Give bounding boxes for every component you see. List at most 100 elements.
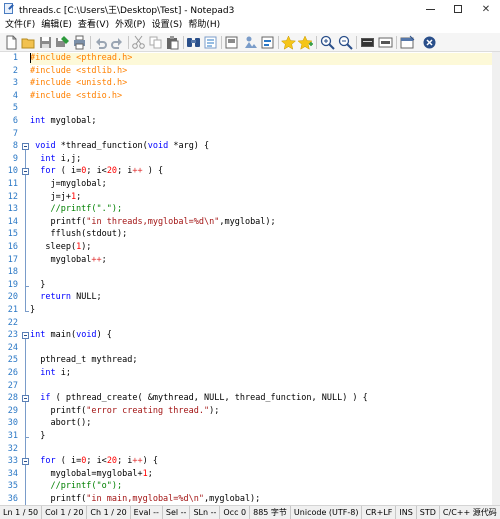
code-line[interactable]: #include <unistd.h> <box>30 78 127 88</box>
code-line[interactable]: for ( i=0; i<20; i++ ) { <box>30 166 163 176</box>
paste-icon[interactable] <box>165 35 180 50</box>
fold-margin[interactable] <box>22 52 30 506</box>
code-line[interactable]: #include <stdio.h> <box>30 91 122 101</box>
code-line[interactable]: pthread_t mythread; <box>30 355 137 365</box>
redo-icon[interactable] <box>110 35 125 50</box>
print-icon[interactable] <box>72 35 87 50</box>
line-number: 31 <box>7 431 18 441</box>
code-line[interactable]: abort(); <box>30 418 91 428</box>
code-line[interactable]: myglobal++; <box>30 255 106 265</box>
code-line[interactable]: sleep(1); <box>30 242 91 252</box>
line-number: 1 <box>12 53 18 63</box>
save-as-icon[interactable] <box>55 35 70 50</box>
code-line[interactable]: return NULL; <box>30 292 101 302</box>
title-bar: threads.c [C:\Users\王\Desktop\Test] - No… <box>0 0 500 18</box>
code-line[interactable]: int i,j; <box>30 154 81 164</box>
code-line[interactable]: } <box>30 305 35 315</box>
code-line[interactable]: for ( i=0; i<20; i++) { <box>30 456 158 466</box>
add-favorite-icon[interactable] <box>281 35 296 50</box>
code-line[interactable]: int i; <box>30 368 71 378</box>
line-number: 20 <box>7 292 18 303</box>
status-selection: Sel -- <box>163 506 191 519</box>
find-icon[interactable] <box>186 35 201 50</box>
line-number: 24 <box>7 342 18 353</box>
maximize-icon <box>454 5 462 13</box>
code-line[interactable]: j=myglobal; <box>30 179 106 189</box>
menu-edit[interactable]: 编辑(E) <box>38 18 75 33</box>
line-number: 23 <box>7 330 18 341</box>
code-line[interactable]: //printf("."); <box>30 204 122 214</box>
favorites-icon[interactable] <box>298 35 313 50</box>
cut-icon[interactable] <box>131 35 146 50</box>
menu-appearance[interactable]: 外观(P) <box>112 18 148 33</box>
new-window-icon[interactable] <box>400 35 415 50</box>
goto-icon[interactable] <box>260 35 275 50</box>
schemes-icon[interactable] <box>360 35 375 50</box>
code-line[interactable]: myglobal=myglobal+1; <box>30 469 152 479</box>
line-number-gutter: 1 2 3 4 5 6 7 8 9 10 11 12 13 14 15 16 17 18 19 20 21 22 23 24 2… <box>0 52 22 506</box>
code-line[interactable]: } <box>30 280 45 290</box>
code-line[interactable]: if ( pthread_create( &mythread, NULL, th… <box>30 393 368 403</box>
fold-end-marker <box>25 285 29 287</box>
status-std[interactable]: STD <box>417 506 440 519</box>
code-line[interactable]: fflush(stdout); <box>30 229 127 239</box>
code-line[interactable]: #include <stdlib.h> <box>30 66 127 76</box>
status-insert-mode[interactable]: INS <box>396 506 417 519</box>
fold-end-marker <box>25 311 29 312</box>
status-column[interactable]: Col 1 / 20 <box>42 506 88 519</box>
status-eval: Eval -- <box>131 506 163 519</box>
fold-toggle[interactable] <box>22 332 29 340</box>
select-all-icon[interactable] <box>243 35 258 50</box>
code-line[interactable]: //printf("o"); <box>30 481 122 491</box>
new-file-icon[interactable] <box>4 35 19 50</box>
menu-help[interactable]: 帮助(H) <box>185 18 223 33</box>
code-line[interactable]: printf("error creating thread."); <box>30 406 219 416</box>
fold-toggle[interactable] <box>22 143 29 151</box>
line-number: 5 <box>12 103 18 114</box>
fold-toggle[interactable] <box>22 168 29 176</box>
zoom-in-icon[interactable] <box>320 35 335 50</box>
menu-settings[interactable]: 设置(S) <box>149 18 186 33</box>
save-icon[interactable] <box>38 35 53 50</box>
menu-view[interactable]: 查看(V) <box>75 18 112 33</box>
editor-pane[interactable]: 1 2 3 4 5 6 7 8 9 10 11 12 13 14 15 16 17 18 19 20 21 22 23 24 2… <box>0 52 500 506</box>
copy-icon[interactable] <box>148 35 163 50</box>
replace-icon[interactable] <box>203 35 218 50</box>
code-line[interactable]: printf("in threads,myglobal=%d\n",myglob… <box>30 217 275 227</box>
code-line[interactable]: int main(void) { <box>30 330 112 340</box>
status-line[interactable]: Ln 1 / 50 <box>0 506 43 519</box>
status-char: Ch 1 / 20 <box>87 506 131 519</box>
code-text-area[interactable]: #include <pthread.h> #include <stdlib.h> #… <box>30 52 492 506</box>
code-line[interactable]: printf("in main,myglobal=%d\n",myglobal)… <box>30 494 260 504</box>
close-button[interactable]: ✕ <box>472 0 500 18</box>
code-line[interactable]: j=j+1; <box>30 192 81 202</box>
exit-icon[interactable] <box>422 35 437 50</box>
status-eol[interactable]: CR+LF <box>362 506 397 519</box>
line-number: 15 <box>7 229 18 240</box>
line-number: 12 <box>7 191 18 202</box>
line-number: 33 <box>7 456 18 467</box>
zoom-out-icon[interactable] <box>338 35 353 50</box>
vertical-scrollbar[interactable] <box>492 52 500 506</box>
code-line[interactable]: } <box>30 431 45 441</box>
fold-end-marker <box>25 437 29 438</box>
undo-icon[interactable] <box>93 35 108 50</box>
fold-toggle[interactable] <box>22 395 29 403</box>
status-lexer[interactable]: C/C++ 源代码 <box>440 506 500 519</box>
save-copy-icon[interactable] <box>224 35 239 50</box>
status-file-size: 885 字节 <box>250 506 291 519</box>
notepad3-app-icon[interactable] <box>3 3 15 15</box>
code-line[interactable]: #include <pthread.h> <box>30 53 132 63</box>
menu-file[interactable]: 文件(F) <box>0 18 38 33</box>
line-number: 13 <box>7 204 18 215</box>
line-number: 7 <box>12 128 18 139</box>
minimize-button[interactable] <box>416 0 444 18</box>
fold-toggle[interactable] <box>22 458 29 466</box>
status-encoding[interactable]: Unicode (UTF-8) <box>291 506 363 519</box>
maximize-button[interactable] <box>444 0 472 18</box>
open-icon[interactable] <box>21 35 36 50</box>
code-line[interactable]: void *thread_function(void *arg) { <box>30 141 209 151</box>
line-number: 21 <box>7 305 18 315</box>
customize-icon[interactable] <box>378 35 393 50</box>
code-line[interactable]: int myglobal; <box>30 116 97 126</box>
